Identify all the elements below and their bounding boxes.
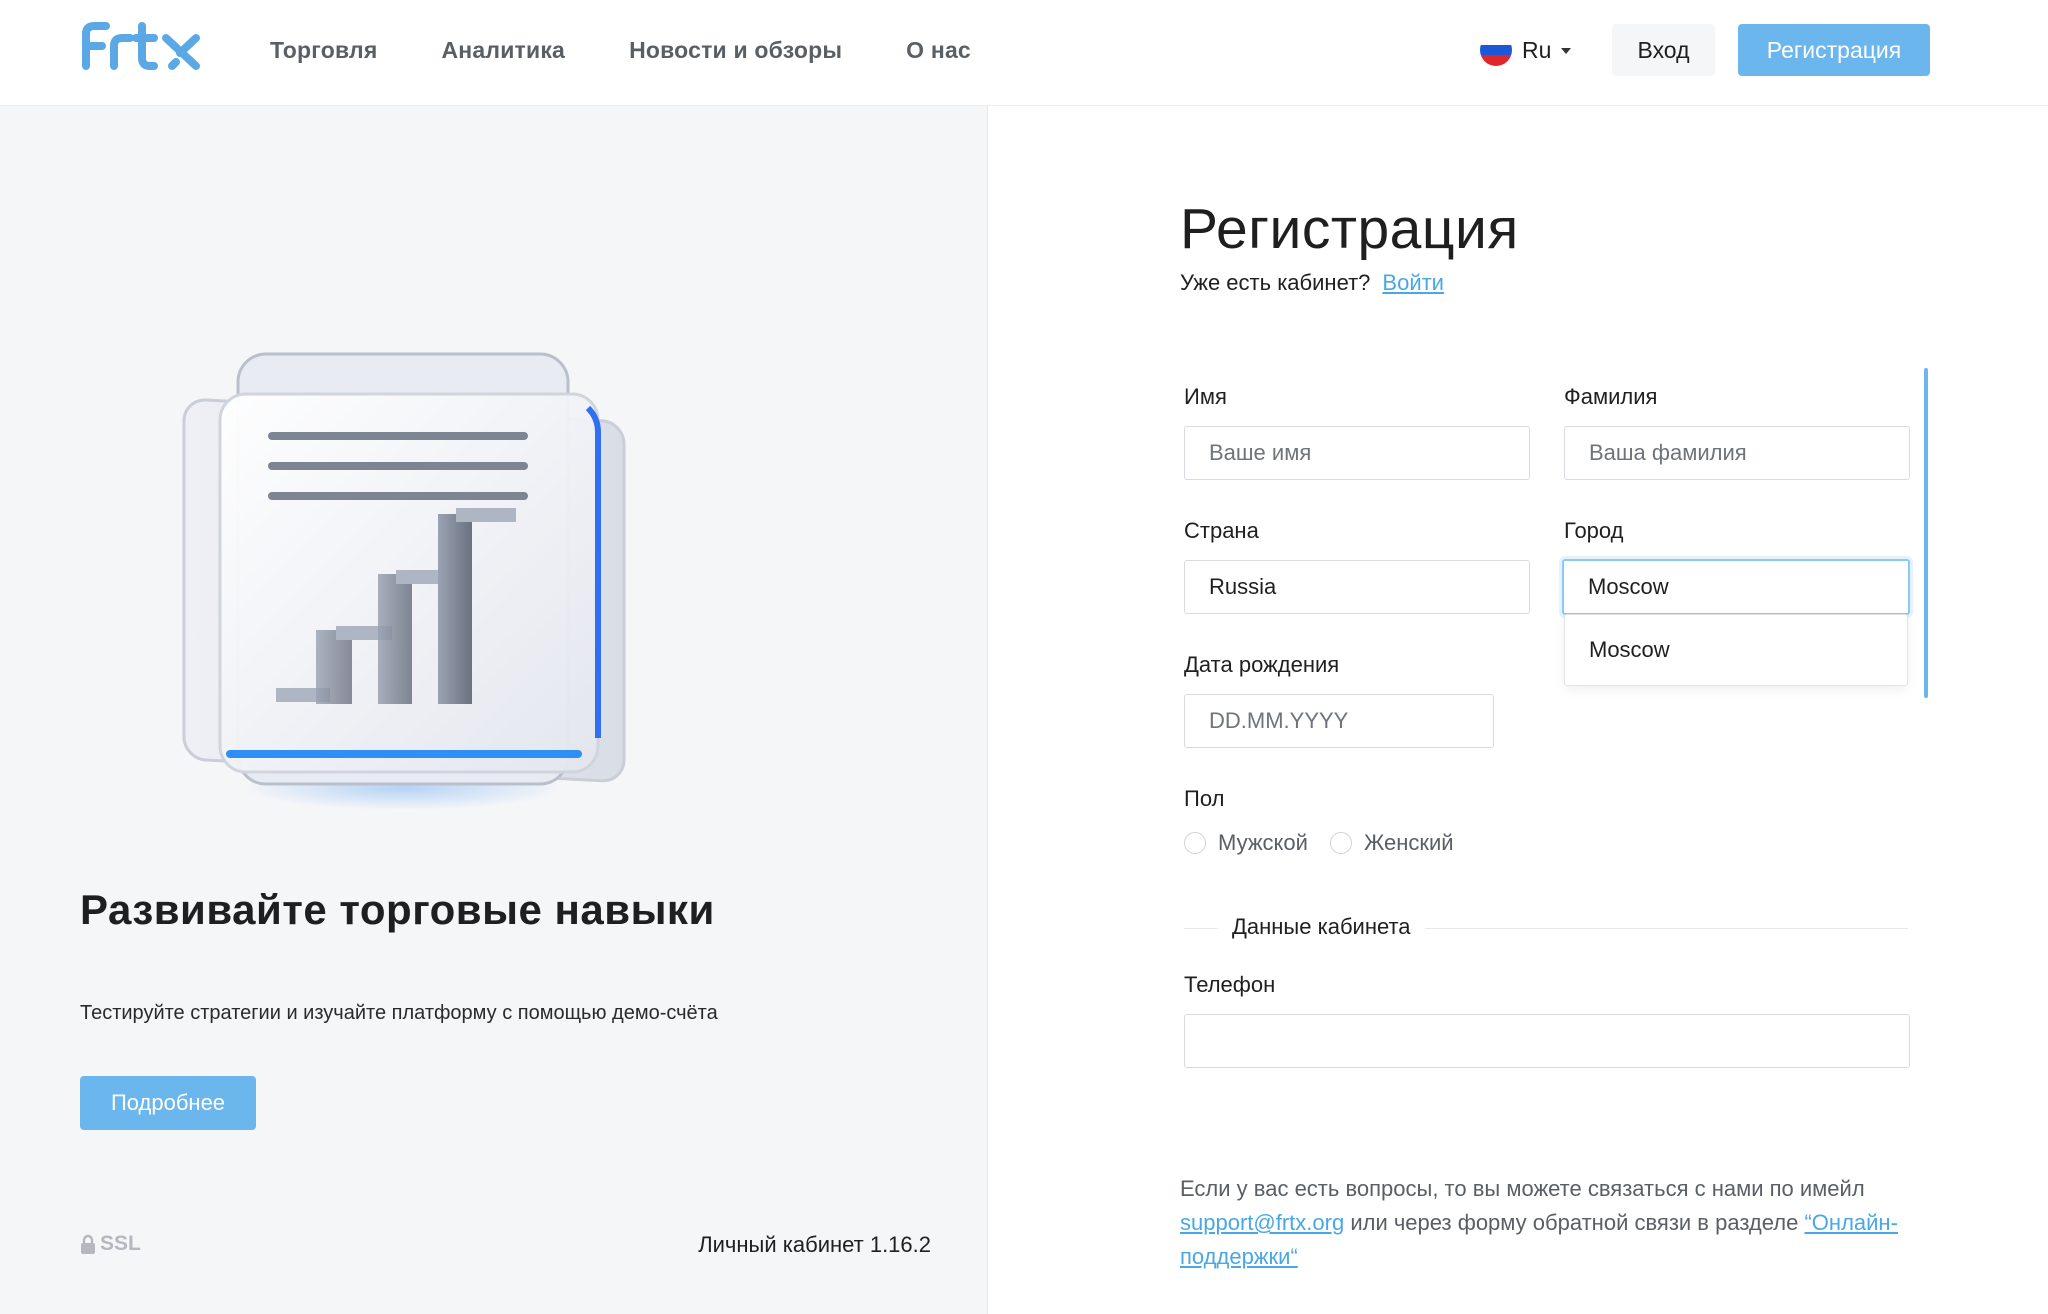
- language-label: Ru: [1522, 36, 1552, 63]
- radio-circle-icon: [1184, 832, 1206, 854]
- help-text: Если у вас есть вопросы, то вы можете св…: [1180, 1172, 1900, 1274]
- last-name-label: Фамилия: [1564, 384, 1658, 409]
- birth-date-label: Дата рождения: [1184, 652, 1340, 677]
- gender-radio-group: Мужской Женский: [1184, 830, 1454, 856]
- form-title: Регистрация: [1180, 197, 1519, 261]
- nav-trading[interactable]: Торговля: [270, 37, 378, 64]
- promo-panel: Развивайте торговые навыки Тестируйте ст…: [0, 106, 988, 1314]
- hero-illustration: [182, 352, 626, 810]
- top-header: Торговля Аналитика Новости и обзоры О на…: [0, 0, 2048, 106]
- chevron-down-icon: [1561, 48, 1572, 54]
- login-link[interactable]: Войти: [1382, 270, 1444, 296]
- form-scrollbar[interactable]: [1924, 368, 1928, 698]
- gender-female-radio[interactable]: Женский: [1329, 830, 1454, 856]
- ru-flag-icon: [1480, 34, 1512, 66]
- radio-circle-icon: [1329, 832, 1352, 854]
- phone-label: Телефон: [1184, 972, 1276, 997]
- gender-male-radio[interactable]: Мужской: [1184, 830, 1308, 856]
- nav-analytics[interactable]: Аналитика: [442, 37, 566, 64]
- last-name-input[interactable]: [1564, 426, 1910, 480]
- login-button[interactable]: Вход: [1612, 24, 1715, 76]
- first-name-label: Имя: [1184, 384, 1227, 409]
- ssl-label: SSL: [100, 1232, 141, 1255]
- help-text-middle: или через форму обратной связи в разделе: [1350, 1210, 1799, 1235]
- promo-text: Тестируйте стратегии и изучайте платформ…: [80, 1002, 718, 1024]
- birth-date-input[interactable]: [1184, 694, 1494, 748]
- main-nav: Торговля Аналитика Новости и обзоры О на…: [270, 0, 971, 100]
- nav-news[interactable]: Новости и обзоры: [629, 37, 842, 64]
- language-selector[interactable]: Ru: [1480, 32, 1572, 68]
- section-account-title: Данные кабинета: [1218, 914, 1425, 940]
- city-input[interactable]: [1562, 559, 1910, 615]
- has-account-line: Уже есть кабинет? Войти: [1180, 270, 1444, 296]
- promo-title: Развивайте торговые навыки: [80, 886, 715, 933]
- gender-female-label: Женский: [1363, 830, 1454, 855]
- ssl-badge: SSL: [80, 1232, 141, 1256]
- gender-male-label: Мужской: [1218, 830, 1308, 855]
- register-button[interactable]: Регистрация: [1738, 24, 1930, 76]
- app-version: Личный кабинет 1.16.2: [698, 1232, 931, 1257]
- help-text-before: Если у вас есть вопросы, то вы можете св…: [1180, 1176, 1865, 1201]
- city-suggestions: Moscow: [1564, 614, 1908, 686]
- nav-about[interactable]: О нас: [906, 37, 971, 64]
- phone-input[interactable]: [1184, 1014, 1910, 1068]
- city-label: Город: [1564, 518, 1624, 543]
- country-label: Страна: [1184, 518, 1259, 543]
- frtx-logo[interactable]: [80, 20, 204, 70]
- country-input[interactable]: [1184, 560, 1530, 614]
- support-email-link[interactable]: support@frtx.org: [1180, 1210, 1344, 1235]
- lock-icon: [81, 1234, 95, 1254]
- more-button[interactable]: Подробнее: [80, 1076, 256, 1130]
- gender-label: Пол: [1184, 786, 1225, 811]
- city-suggestion-item[interactable]: Moscow: [1589, 637, 1670, 663]
- has-account-text: Уже есть кабинет?: [1180, 270, 1371, 295]
- first-name-input[interactable]: [1184, 426, 1530, 480]
